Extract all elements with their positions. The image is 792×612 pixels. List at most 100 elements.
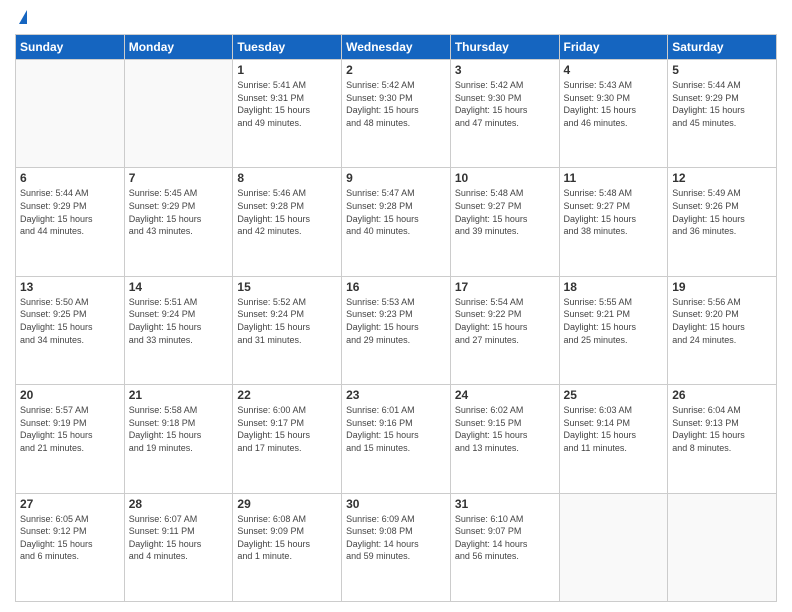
calendar-cell: 13 Sunrise: 5:50 AM Sunset: 9:25 PM Dayli… xyxy=(16,276,125,384)
calendar-cell: 12 Sunrise: 5:49 AM Sunset: 9:26 PM Dayli… xyxy=(668,168,777,276)
calendar-cell: 8 Sunrise: 5:46 AM Sunset: 9:28 PM Daylig… xyxy=(233,168,342,276)
calendar-cell: 21 Sunrise: 5:58 AM Sunset: 9:18 PM Dayli… xyxy=(124,385,233,493)
calendar-cell: 14 Sunrise: 5:51 AM Sunset: 9:24 PM Dayli… xyxy=(124,276,233,384)
week-row-4: 20 Sunrise: 5:57 AM Sunset: 9:19 PM Dayli… xyxy=(16,385,777,493)
calendar-cell: 16 Sunrise: 5:53 AM Sunset: 9:23 PM Dayli… xyxy=(342,276,451,384)
calendar-table: SundayMondayTuesdayWednesdayThursdayFrid… xyxy=(15,34,777,602)
day-info: Sunrise: 5:43 AM Sunset: 9:30 PM Dayligh… xyxy=(564,79,664,129)
weekday-header-sunday: Sunday xyxy=(16,35,125,60)
calendar-cell: 10Sunrise: 5:48 AM Sunset: 9:27 PM Dayli… xyxy=(450,168,559,276)
day-number: 10 xyxy=(455,171,555,185)
calendar-cell: 3 Sunrise: 5:42 AM Sunset: 9:30 PM Daylig… xyxy=(450,60,559,168)
calendar-cell: 31 Sunrise: 6:10 AM Sunset: 9:07 PM Dayli… xyxy=(450,493,559,601)
calendar-cell: 6Sunrise: 5:44 AM Sunset: 9:29 PM Daylig… xyxy=(16,168,125,276)
week-row-2: 6Sunrise: 5:44 AM Sunset: 9:29 PM Daylig… xyxy=(16,168,777,276)
day-number: 6 xyxy=(20,171,120,185)
day-number: 7 xyxy=(129,171,229,185)
weekday-header-saturday: Saturday xyxy=(668,35,777,60)
day-info: Sunrise: 5:57 AM Sunset: 9:19 PM Dayligh… xyxy=(20,404,120,454)
weekday-header-row: SundayMondayTuesdayWednesdayThursdayFrid… xyxy=(16,35,777,60)
calendar-cell: 30 Sunrise: 6:09 AM Sunset: 9:08 PM Dayli… xyxy=(342,493,451,601)
day-number: 17 xyxy=(455,280,555,294)
day-number: 3 xyxy=(455,63,555,77)
day-number: 20 xyxy=(20,388,120,402)
day-number: 5 xyxy=(672,63,772,77)
day-number: 26 xyxy=(672,388,772,402)
day-info: Sunrise: 6:08 AM Sunset: 9:09 PM Dayligh… xyxy=(237,513,337,563)
day-info: Sunrise: 5:53 AM Sunset: 9:23 PM Dayligh… xyxy=(346,296,446,346)
day-number: 1 xyxy=(237,63,337,77)
calendar-cell: 23 Sunrise: 6:01 AM Sunset: 9:16 PM Dayli… xyxy=(342,385,451,493)
day-number: 16 xyxy=(346,280,446,294)
day-info: Sunrise: 5:48 AM Sunset: 9:27 PM Dayligh… xyxy=(564,187,664,237)
day-info: Sunrise: 6:05 AM Sunset: 9:12 PM Dayligh… xyxy=(20,513,120,563)
calendar-cell xyxy=(16,60,125,168)
day-info: Sunrise: 5:54 AM Sunset: 9:22 PM Dayligh… xyxy=(455,296,555,346)
calendar-cell: 11 Sunrise: 5:48 AM Sunset: 9:27 PM Dayli… xyxy=(559,168,668,276)
calendar-cell xyxy=(559,493,668,601)
logo xyxy=(15,10,27,26)
day-info: Sunrise: 5:42 AM Sunset: 9:30 PM Dayligh… xyxy=(455,79,555,129)
calendar-cell xyxy=(668,493,777,601)
calendar-cell: 17 Sunrise: 5:54 AM Sunset: 9:22 PM Dayli… xyxy=(450,276,559,384)
calendar-cell: 20 Sunrise: 5:57 AM Sunset: 9:19 PM Dayli… xyxy=(16,385,125,493)
calendar-cell: 27 Sunrise: 6:05 AM Sunset: 9:12 PM Dayli… xyxy=(16,493,125,601)
calendar-cell: 15Sunrise: 5:52 AM Sunset: 9:24 PM Dayli… xyxy=(233,276,342,384)
header xyxy=(15,10,777,26)
week-row-3: 13 Sunrise: 5:50 AM Sunset: 9:25 PM Dayli… xyxy=(16,276,777,384)
day-number: 27 xyxy=(20,497,120,511)
day-number: 4 xyxy=(564,63,664,77)
day-number: 15 xyxy=(237,280,337,294)
day-number: 29 xyxy=(237,497,337,511)
day-info: Sunrise: 5:55 AM Sunset: 9:21 PM Dayligh… xyxy=(564,296,664,346)
weekday-header-friday: Friday xyxy=(559,35,668,60)
day-info: Sunrise: 5:45 AM Sunset: 9:29 PM Dayligh… xyxy=(129,187,229,237)
day-info: Sunrise: 6:09 AM Sunset: 9:08 PM Dayligh… xyxy=(346,513,446,563)
calendar-cell: 9Sunrise: 5:47 AM Sunset: 9:28 PM Daylig… xyxy=(342,168,451,276)
day-number: 12 xyxy=(672,171,772,185)
day-number: 28 xyxy=(129,497,229,511)
day-number: 23 xyxy=(346,388,446,402)
day-info: Sunrise: 6:07 AM Sunset: 9:11 PM Dayligh… xyxy=(129,513,229,563)
weekday-header-thursday: Thursday xyxy=(450,35,559,60)
day-info: Sunrise: 5:46 AM Sunset: 9:28 PM Dayligh… xyxy=(237,187,337,237)
day-info: Sunrise: 5:50 AM Sunset: 9:25 PM Dayligh… xyxy=(20,296,120,346)
week-row-5: 27 Sunrise: 6:05 AM Sunset: 9:12 PM Dayli… xyxy=(16,493,777,601)
day-number: 11 xyxy=(564,171,664,185)
day-info: Sunrise: 6:00 AM Sunset: 9:17 PM Dayligh… xyxy=(237,404,337,454)
weekday-header-wednesday: Wednesday xyxy=(342,35,451,60)
calendar-cell: 22 Sunrise: 6:00 AM Sunset: 9:17 PM Dayli… xyxy=(233,385,342,493)
day-info: Sunrise: 6:03 AM Sunset: 9:14 PM Dayligh… xyxy=(564,404,664,454)
day-number: 21 xyxy=(129,388,229,402)
day-number: 13 xyxy=(20,280,120,294)
day-info: Sunrise: 6:04 AM Sunset: 9:13 PM Dayligh… xyxy=(672,404,772,454)
day-info: Sunrise: 5:47 AM Sunset: 9:28 PM Dayligh… xyxy=(346,187,446,237)
page: SundayMondayTuesdayWednesdayThursdayFrid… xyxy=(0,0,792,612)
day-number: 2 xyxy=(346,63,446,77)
day-number: 22 xyxy=(237,388,337,402)
calendar-cell: 7 Sunrise: 5:45 AM Sunset: 9:29 PM Daylig… xyxy=(124,168,233,276)
calendar-cell: 25Sunrise: 6:03 AM Sunset: 9:14 PM Dayli… xyxy=(559,385,668,493)
weekday-header-monday: Monday xyxy=(124,35,233,60)
day-number: 31 xyxy=(455,497,555,511)
day-info: Sunrise: 5:58 AM Sunset: 9:18 PM Dayligh… xyxy=(129,404,229,454)
day-number: 30 xyxy=(346,497,446,511)
calendar-cell: 28 Sunrise: 6:07 AM Sunset: 9:11 PM Dayli… xyxy=(124,493,233,601)
day-info: Sunrise: 5:51 AM Sunset: 9:24 PM Dayligh… xyxy=(129,296,229,346)
calendar-cell: 18 Sunrise: 5:55 AM Sunset: 9:21 PM Dayli… xyxy=(559,276,668,384)
day-info: Sunrise: 5:49 AM Sunset: 9:26 PM Dayligh… xyxy=(672,187,772,237)
calendar-cell: 5Sunrise: 5:44 AM Sunset: 9:29 PM Daylig… xyxy=(668,60,777,168)
calendar-cell: 2 Sunrise: 5:42 AM Sunset: 9:30 PM Daylig… xyxy=(342,60,451,168)
day-number: 8 xyxy=(237,171,337,185)
day-info: Sunrise: 6:01 AM Sunset: 9:16 PM Dayligh… xyxy=(346,404,446,454)
calendar-cell: 29 Sunrise: 6:08 AM Sunset: 9:09 PM Dayli… xyxy=(233,493,342,601)
day-number: 24 xyxy=(455,388,555,402)
day-number: 14 xyxy=(129,280,229,294)
calendar-cell xyxy=(124,60,233,168)
calendar-cell: 24Sunrise: 6:02 AM Sunset: 9:15 PM Dayli… xyxy=(450,385,559,493)
day-info: Sunrise: 6:10 AM Sunset: 9:07 PM Dayligh… xyxy=(455,513,555,563)
day-info: Sunrise: 5:42 AM Sunset: 9:30 PM Dayligh… xyxy=(346,79,446,129)
day-number: 18 xyxy=(564,280,664,294)
weekday-header-tuesday: Tuesday xyxy=(233,35,342,60)
day-info: Sunrise: 5:56 AM Sunset: 9:20 PM Dayligh… xyxy=(672,296,772,346)
